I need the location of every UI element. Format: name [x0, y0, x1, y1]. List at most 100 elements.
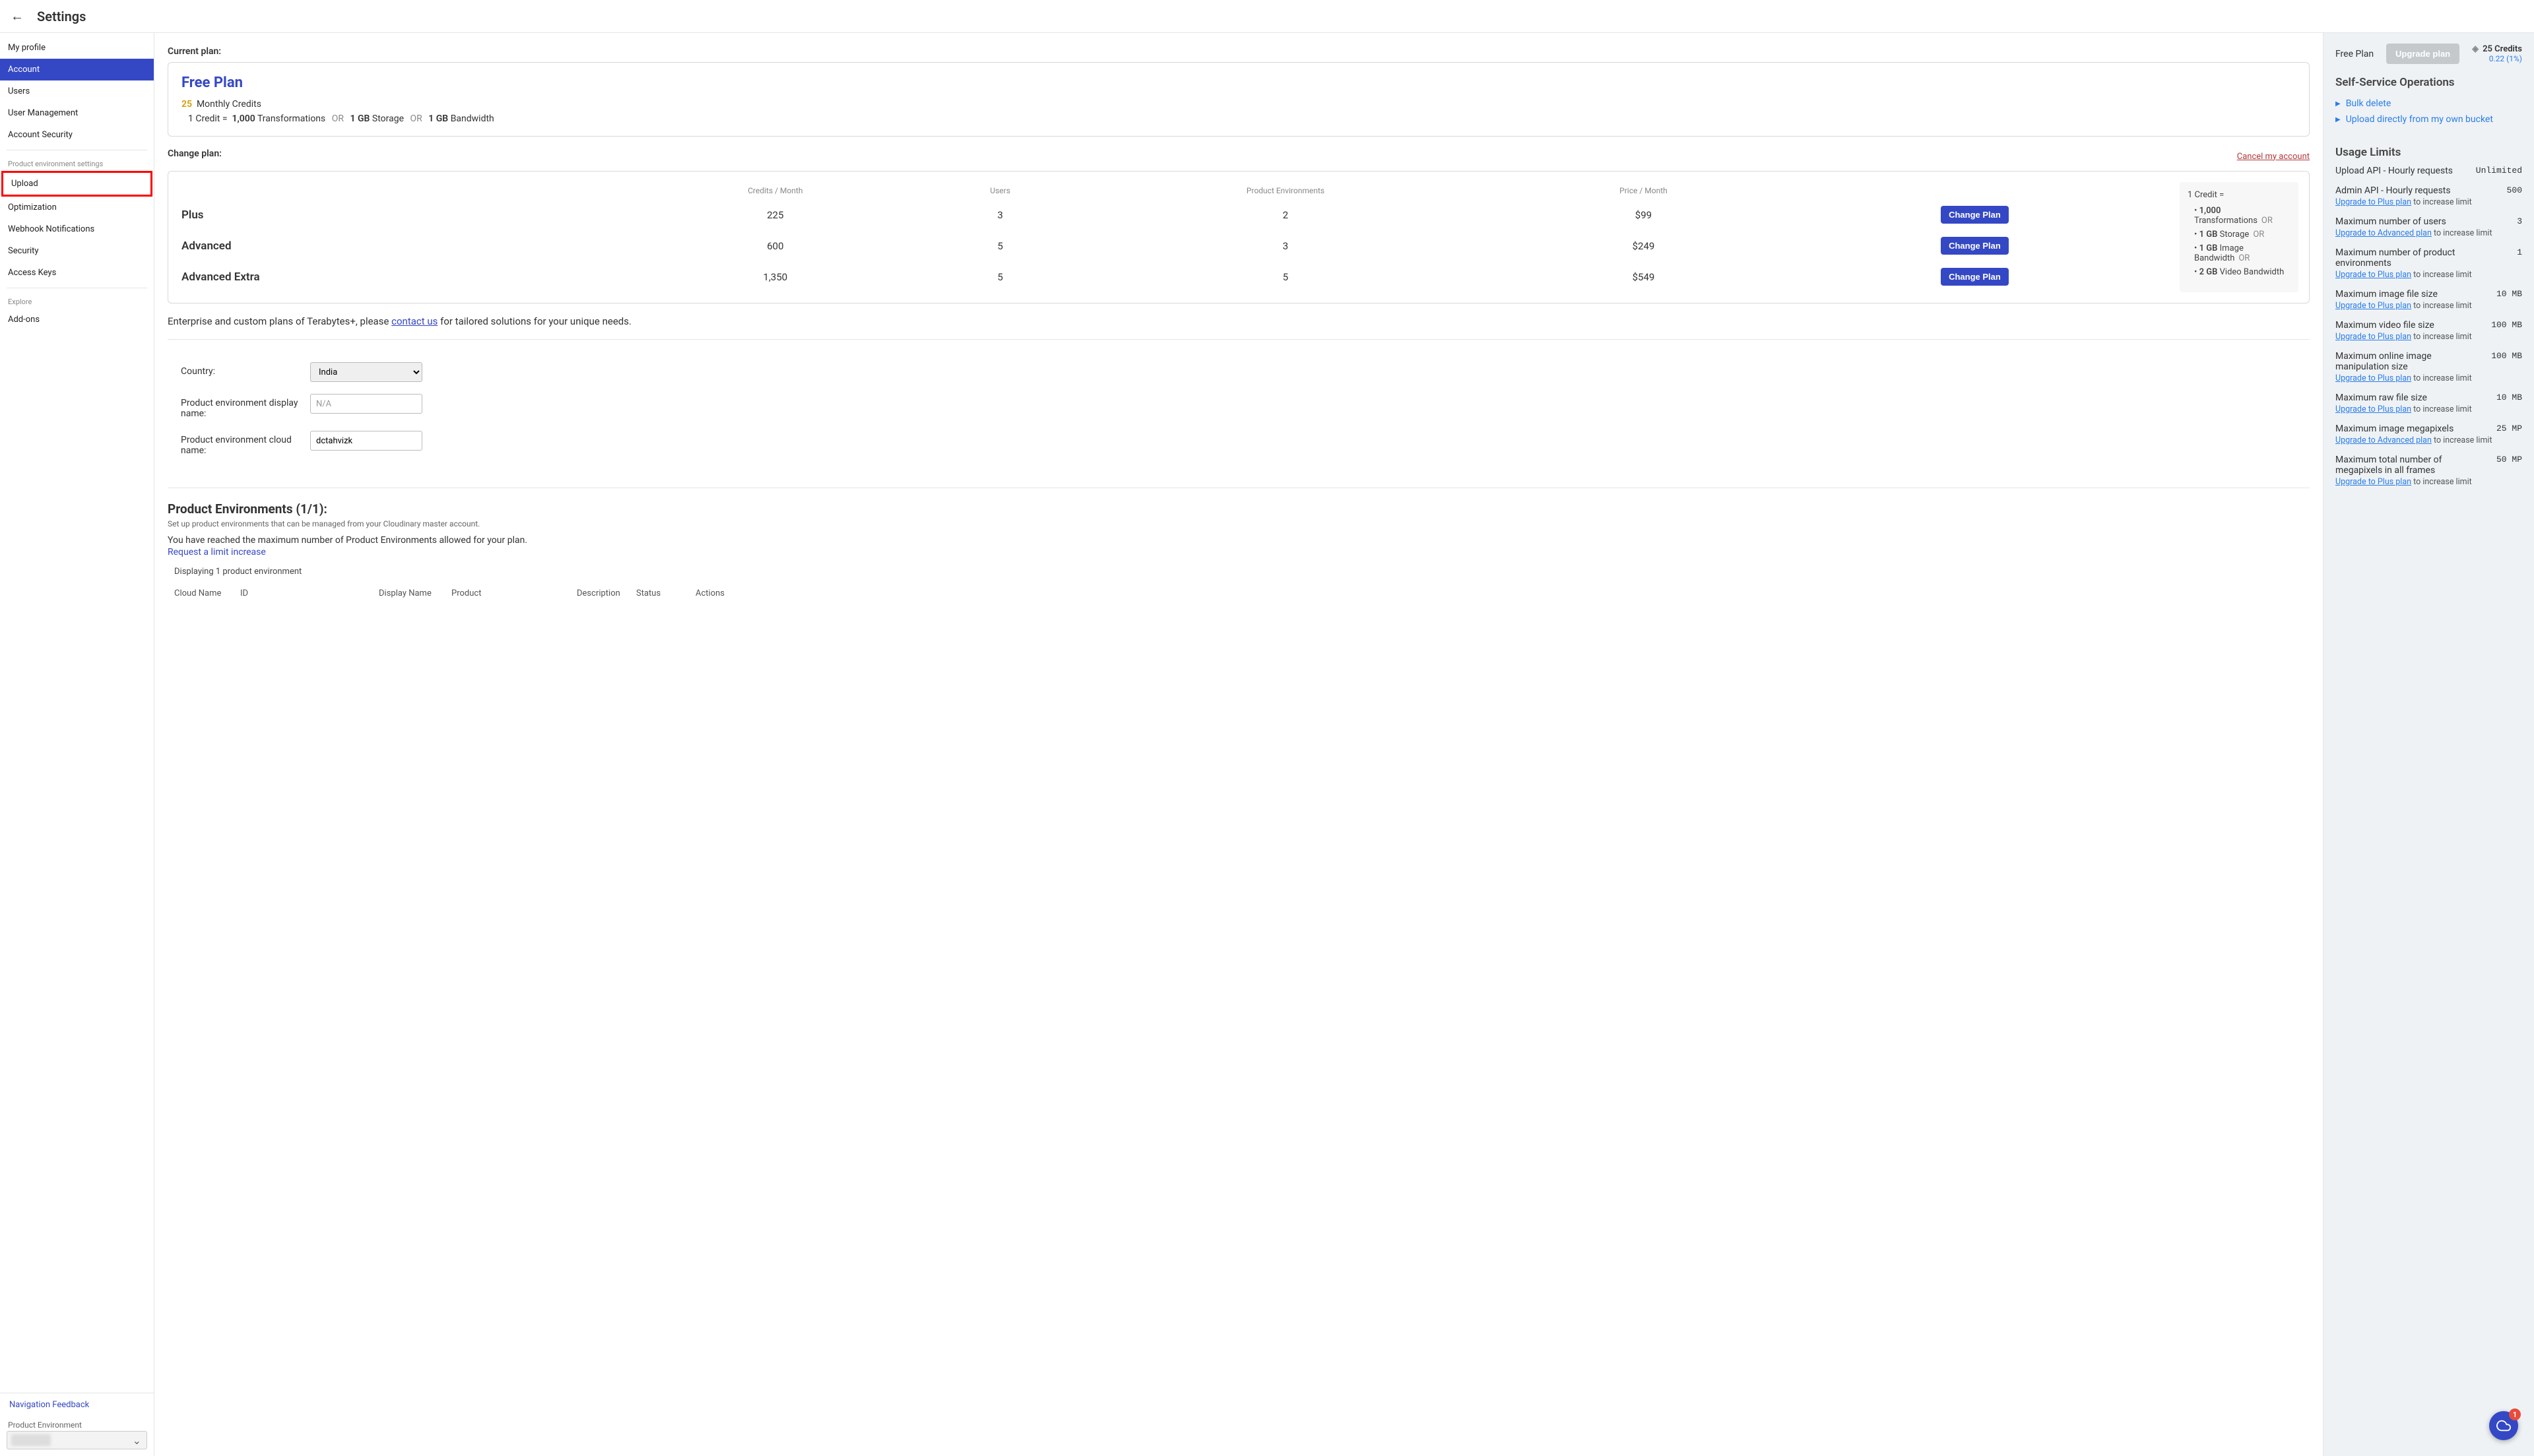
bandwidth-num: 1 GB: [428, 113, 448, 124]
usage-limits-header: Usage Limits: [2335, 146, 2522, 159]
sidebar-item-account-security[interactable]: Account Security: [0, 124, 154, 146]
usage-limit-label: Maximum number of product environments: [2335, 247, 2517, 269]
self-service-link[interactable]: ▶Upload directly from my own bucket: [2335, 111, 2522, 127]
credit-equals-prefix: 1 Credit =: [188, 113, 228, 124]
usage-limit-item: Maximum number of product environments1 U…: [2335, 247, 2522, 280]
upgrade-link[interactable]: Upgrade to Plus plan: [2335, 301, 2411, 311]
cancel-account-link[interactable]: Cancel my account: [2237, 152, 2310, 162]
credit-equiv-row: • 1 GB Image BandwidthOR: [2188, 241, 2290, 265]
plan-cell-credits: 1,350: [617, 261, 933, 292]
plan-cell-price: $549: [1504, 261, 1783, 292]
contact-us-link[interactable]: contact us: [391, 315, 438, 327]
product-environments-title: Product Environments (1/1):: [168, 501, 2310, 517]
enterprise-note: Enterprise and custom plans of Terabytes…: [168, 315, 2310, 340]
country-select[interactable]: India: [310, 362, 422, 382]
upgrade-plan-button[interactable]: Upgrade plan: [2386, 44, 2459, 64]
sidebar: My profileAccountUsersUser ManagementAcc…: [0, 33, 154, 1456]
or-separator: OR: [410, 113, 422, 124]
usage-limit-value: 500: [2507, 185, 2522, 195]
pe-col-header: Actions: [696, 588, 725, 598]
sidebar-item-access-keys[interactable]: Access Keys: [0, 262, 154, 284]
sidebar-section-env: Product environment settings: [0, 154, 154, 171]
transformations-label: Transformations: [257, 113, 325, 124]
enterprise-pre: Enterprise and custom plans of Terabytes…: [168, 315, 391, 327]
cloud-name-input[interactable]: [310, 431, 422, 451]
current-plan-box: Free Plan 25 Monthly Credits 1 Credit = …: [168, 62, 2310, 137]
usage-limit-value: 3: [2517, 216, 2522, 226]
plan-cell-price: $249: [1504, 230, 1783, 261]
plan-cell-price: $99: [1504, 199, 1783, 230]
usage-limit-item: Admin API - Hourly requests500Upgrade to…: [2335, 185, 2522, 207]
sidebar-item-user-management[interactable]: User Management: [0, 102, 154, 124]
enterprise-post: for tailored solutions for your unique n…: [438, 315, 632, 327]
sidebar-item-webhook-notifications[interactable]: Webhook Notifications: [0, 218, 154, 240]
transformations-num: 1,000: [232, 113, 255, 124]
cloud-icon: [2496, 1418, 2511, 1433]
sidebar-item-my-profile[interactable]: My profile: [0, 37, 154, 59]
plan-row: Advanced Extra1,35055$549Change Plan: [179, 261, 2166, 292]
upgrade-link[interactable]: Upgrade to Plus plan: [2335, 404, 2411, 414]
cloud-name-label: Product environment cloud name:: [181, 431, 310, 456]
upgrade-link[interactable]: Upgrade to Plus plan: [2335, 373, 2411, 383]
plan-cell-users: 5: [933, 230, 1067, 261]
upgrade-link[interactable]: Upgrade to Advanced plan: [2335, 228, 2432, 238]
sidebar-section-explore: Explore: [0, 292, 154, 309]
sidebar-item-add-ons[interactable]: Add-ons: [0, 309, 154, 331]
change-plan-button[interactable]: Change Plan: [1941, 268, 2009, 286]
change-plan-button[interactable]: Change Plan: [1941, 206, 2009, 224]
usage-limit-label: Maximum image megapixels: [2335, 424, 2496, 434]
credit-equiv-row: • 1 GB StorageOR: [2188, 228, 2290, 241]
display-name-label: Product environment display name:: [181, 394, 310, 419]
usage-limit-label: Maximum raw file size: [2335, 393, 2496, 403]
usage-limit-value: 100 MB: [2491, 351, 2522, 361]
upgrade-link[interactable]: Upgrade to Advanced plan: [2335, 435, 2432, 445]
storage-num: 1 GB: [350, 113, 370, 124]
upgrade-link[interactable]: Upgrade to Plus plan: [2335, 270, 2411, 280]
usage-limit-label: Maximum video file size: [2335, 320, 2491, 331]
sidebar-item-account[interactable]: Account: [0, 59, 154, 80]
pe-col-header: Product: [451, 588, 577, 598]
sidebar-item-security[interactable]: Security: [0, 240, 154, 262]
self-service-link[interactable]: ▶Bulk delete: [2335, 96, 2522, 111]
rp-credits-count: 25 Credits: [2483, 44, 2522, 54]
credit-equiv-row: • 2 GB Video Bandwidth: [2188, 265, 2290, 279]
product-environments-subtitle: Set up product environments that can be …: [168, 519, 2310, 528]
chat-fab[interactable]: 1: [2489, 1411, 2518, 1440]
plan-cell-envs: 2: [1067, 199, 1504, 230]
back-icon[interactable]: ←: [11, 8, 24, 24]
plan-cell-name: Advanced: [179, 230, 617, 261]
usage-limit-label: Maximum online image manipulation size: [2335, 351, 2491, 372]
sidebar-item-upload[interactable]: Upload: [1, 171, 152, 197]
usage-limit-value: Unlimited: [2476, 166, 2522, 175]
sidebar-item-optimization[interactable]: Optimization: [0, 197, 154, 218]
pe-col-header: Cloud Name: [174, 588, 240, 598]
request-limit-increase-link[interactable]: Request a limit increase: [168, 547, 266, 557]
plans-header: Users: [933, 182, 1067, 199]
triangle-icon: ▶: [2335, 116, 2341, 123]
pe-col-header: Description: [577, 588, 636, 598]
triangle-icon: ▶: [2335, 100, 2341, 108]
display-count: Displaying 1 product environment: [174, 567, 2310, 577]
plan-cell-credits: 600: [617, 230, 933, 261]
navigation-feedback-link[interactable]: Navigation Feedback: [0, 1393, 154, 1416]
plan-name: Free Plan: [181, 75, 2296, 91]
product-environment-select[interactable]: [7, 1431, 147, 1449]
pe-col-header: Display Name: [379, 588, 451, 598]
upgrade-link[interactable]: Upgrade to Plus plan: [2335, 332, 2411, 342]
upgrade-link[interactable]: Upgrade to Plus plan: [2335, 197, 2411, 207]
plan-cell-name: Advanced Extra: [179, 261, 617, 292]
sidebar-item-users[interactable]: Users: [0, 80, 154, 102]
main-content: Current plan: Free Plan 25 Monthly Credi…: [154, 33, 2323, 1456]
display-name-input[interactable]: [310, 394, 422, 414]
usage-limit-value: 1: [2517, 247, 2522, 257]
change-plan-button[interactable]: Change Plan: [1941, 237, 2009, 255]
plans-header: Credits / Month: [617, 182, 933, 199]
rp-credits-usage[interactable]: 0.22 (1%): [2472, 54, 2522, 63]
upgrade-link[interactable]: Upgrade to Plus plan: [2335, 477, 2411, 487]
usage-limit-label: Maximum image file size: [2335, 289, 2496, 300]
plan-row: Plus22532$99Change Plan: [179, 199, 2166, 230]
rp-plan-label: Free Plan: [2335, 49, 2374, 59]
product-environments-warning: You have reached the maximum number of P…: [168, 535, 2310, 546]
right-panel: Free Plan Upgrade plan ◈25 Credits 0.22 …: [2323, 33, 2534, 1456]
plan-cell-envs: 5: [1067, 261, 1504, 292]
